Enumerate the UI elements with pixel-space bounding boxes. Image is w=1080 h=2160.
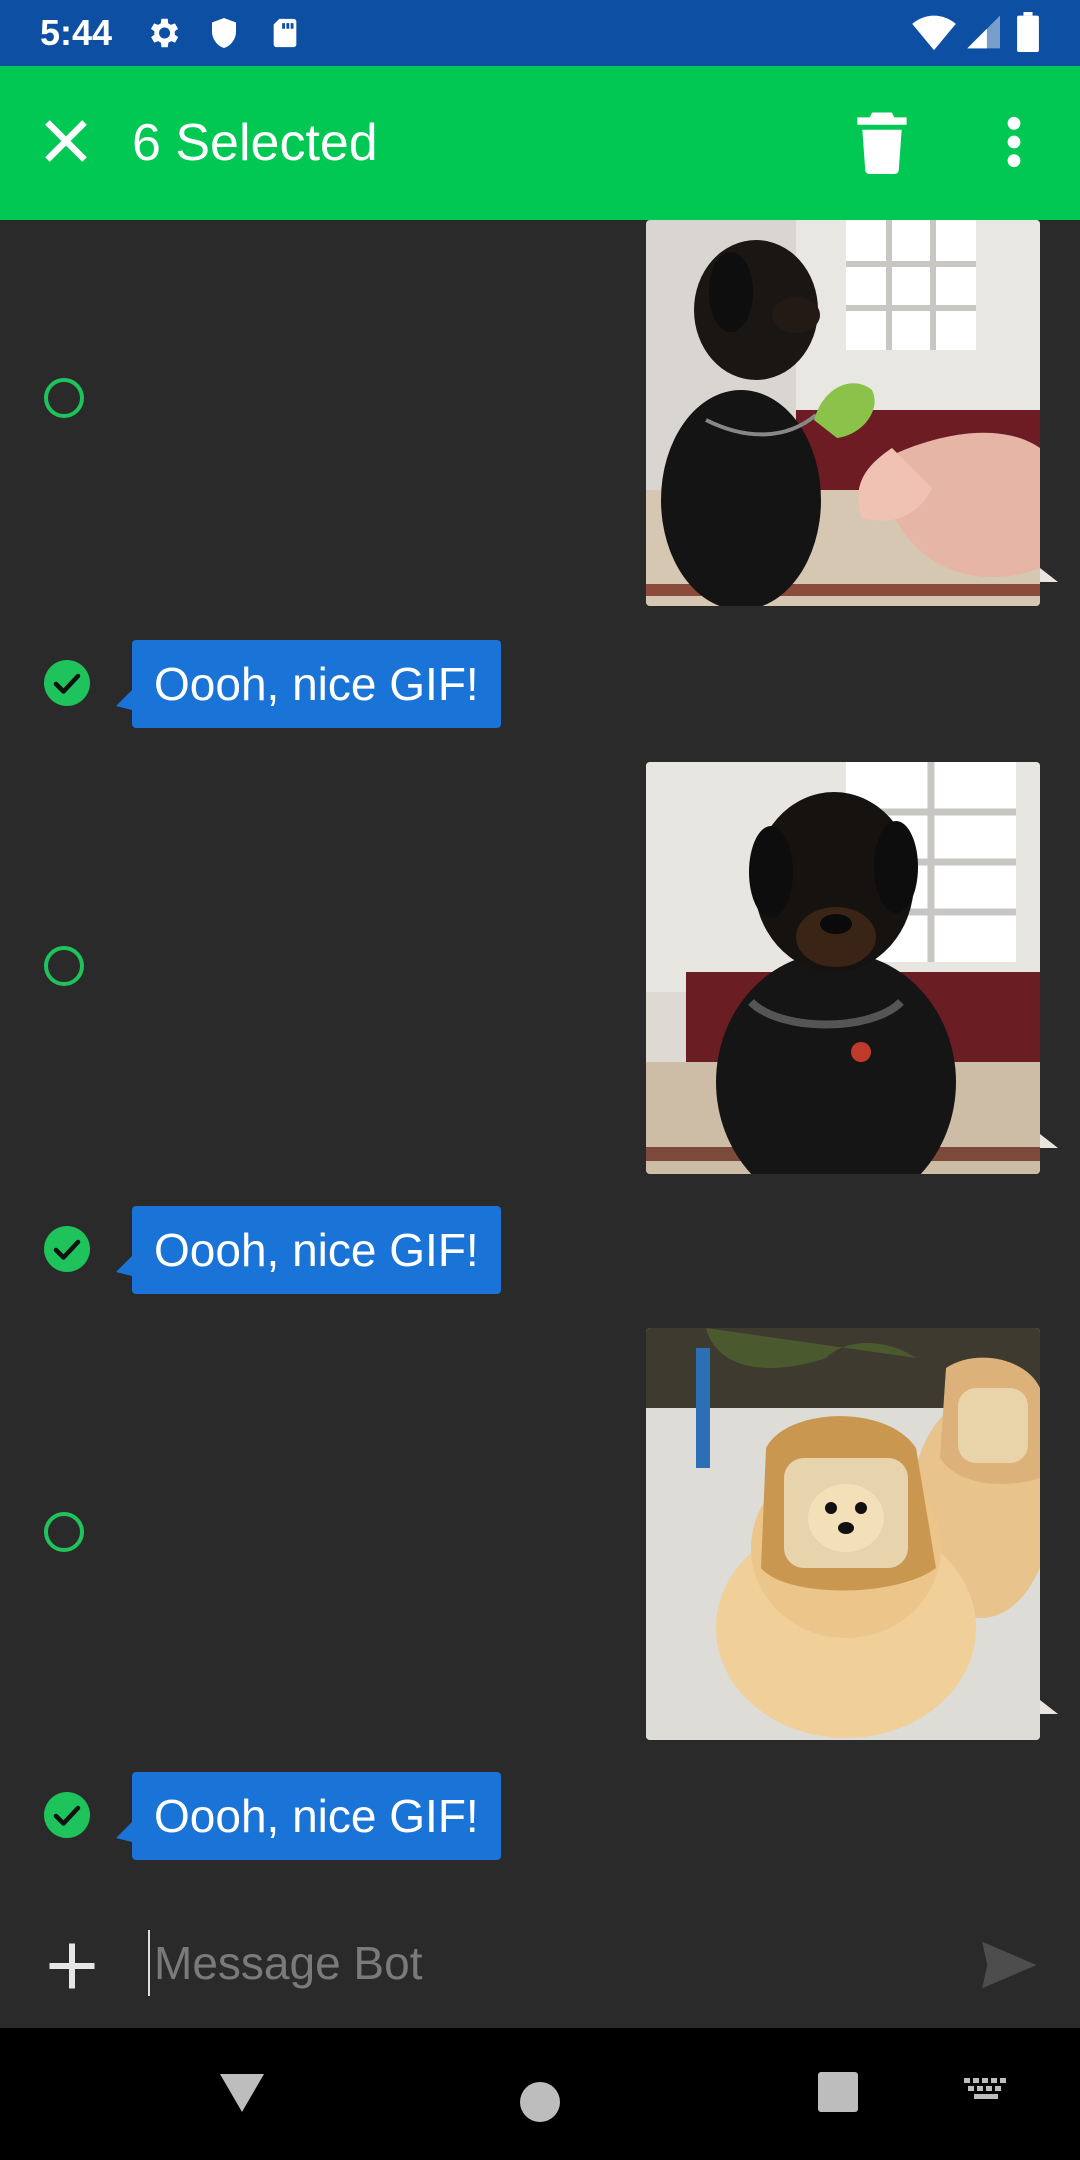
gif-bubble-tail: [1040, 568, 1058, 582]
text-message-bubble[interactable]: Oooh, nice GIF!: [116, 640, 501, 728]
battery-icon: [1016, 12, 1040, 57]
check-icon: [53, 1805, 81, 1826]
gif-message-rottweiler-sitting[interactable]: [646, 762, 1040, 1174]
wifi-icon: [912, 12, 956, 57]
select-check-checked[interactable]: [44, 1792, 90, 1838]
gif-message-pomeranians-bread[interactable]: [646, 1328, 1040, 1740]
send-button[interactable]: [976, 1934, 1040, 1996]
shield-icon: [206, 14, 242, 57]
close-selection-button[interactable]: [36, 111, 96, 171]
select-circle-unchecked[interactable]: [44, 1512, 84, 1552]
attach-button[interactable]: [42, 1936, 102, 1996]
home-button[interactable]: [520, 2082, 560, 2122]
status-bar: 5:44: [0, 0, 1080, 66]
message-text: Oooh, nice GIF!: [154, 658, 479, 710]
message-text: Oooh, nice GIF!: [154, 1790, 479, 1842]
more-options-button[interactable]: [990, 110, 1038, 174]
select-circle-unchecked[interactable]: [44, 378, 84, 418]
more-vert-icon: [1007, 116, 1021, 168]
text-message-bubble[interactable]: Oooh, nice GIF!: [116, 1206, 501, 1294]
close-icon: [45, 120, 87, 162]
message-composer: [0, 1898, 1080, 2028]
text-message-bubble[interactable]: Oooh, nice GIF!: [116, 1772, 501, 1860]
settings-icon: [144, 14, 182, 57]
keyboard-icon[interactable]: [964, 2078, 1008, 2111]
delete-button[interactable]: [852, 110, 912, 174]
conversation-list[interactable]: Oooh, nice GIF! Oooh, nice GIF! Oooh, ni…: [0, 220, 1080, 1880]
plus-icon: [49, 1943, 95, 1989]
sd-card-icon: [268, 14, 302, 57]
message-input[interactable]: [148, 1930, 954, 1996]
back-button[interactable]: [220, 2072, 264, 2117]
gif-bubble-tail: [1040, 1700, 1058, 1714]
back-triangle-icon: [220, 2074, 264, 2112]
select-check-checked[interactable]: [44, 1226, 90, 1272]
gif-bubble-tail: [1040, 1134, 1058, 1148]
selection-count-title: 6 Selected: [132, 114, 378, 172]
signal-icon: [964, 12, 1000, 57]
select-check-checked[interactable]: [44, 660, 90, 706]
check-icon: [53, 673, 81, 694]
gif-message-rottweiler-lettuce[interactable]: [646, 220, 1040, 606]
check-icon: [53, 1239, 81, 1260]
send-icon: [982, 1941, 1037, 1989]
recents-button[interactable]: [818, 2072, 858, 2112]
message-text: Oooh, nice GIF!: [154, 1224, 479, 1276]
selection-app-bar: 6 Selected: [0, 66, 1080, 220]
select-circle-unchecked[interactable]: [44, 946, 84, 986]
status-time: 5:44: [40, 12, 113, 53]
system-navigation-bar: [0, 2028, 1080, 2160]
trash-icon: [857, 112, 907, 174]
